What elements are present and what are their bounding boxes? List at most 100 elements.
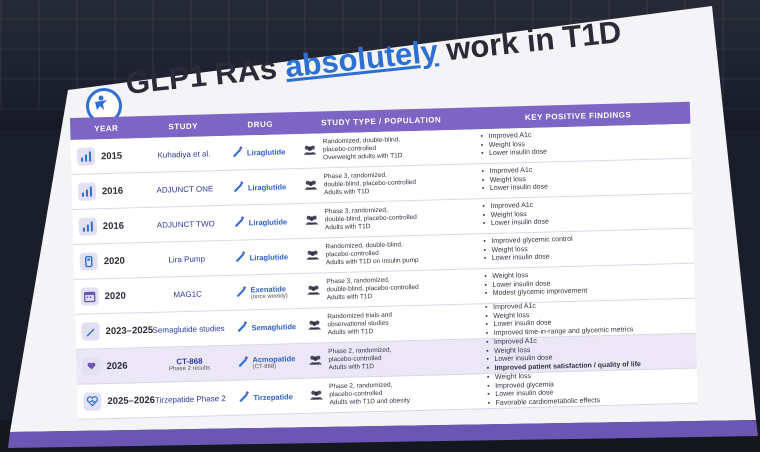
drug-cell: Exenatide (once weekly) [228, 274, 301, 310]
findings-list: Improved glycemic controlWeight lossLowe… [483, 236, 573, 264]
year-text: 2025–2026 [107, 394, 156, 407]
findings-cell: Improved A1cWeight lossLower insulin dos… [467, 159, 692, 199]
findings-list: Weight lossImproved glycemiaLower insuli… [487, 371, 600, 408]
study-name-group: Lira Pump [168, 254, 205, 264]
study-name: ADJUNCT TWO [156, 218, 215, 230]
drug-subtitle: (CT-868) [252, 363, 277, 370]
study-type-cell: Randomized trials and observational studi… [301, 305, 472, 343]
findings-cell: Improved A1cWeight lossLower insulin dos… [472, 334, 697, 374]
year-text: 2026 [106, 360, 128, 372]
study-type-lines: Phase 3, randomized, double-blind, placeb… [326, 276, 419, 302]
drug-name: Liraglutide [246, 146, 286, 157]
drug-group: Semaglutide [251, 322, 296, 332]
year-cell: 2020 [73, 243, 146, 279]
study-type-lines: Phase 3, randomized, double-blind, placeb… [324, 206, 417, 232]
year-cell: 2020 [74, 278, 147, 314]
drug-group: Liraglutide [247, 147, 286, 157]
finding-item: Favorable cardiometabolic effects [488, 397, 601, 408]
study-name-group: MAG1C [173, 289, 202, 299]
findings-cell: Weight lossLower insulin doseModest glyc… [470, 264, 695, 304]
drug-cell: Liraglutide [225, 134, 298, 170]
study-type-lines: Randomized trials and observational studi… [327, 312, 392, 338]
bar-chart-icon [77, 182, 97, 201]
calendar-icon [80, 287, 99, 306]
study-type-lines: Phase 3, randomized, double-blind, placeb… [324, 171, 417, 197]
finding-item: Lower insulin dose [481, 149, 547, 159]
study-type-line: Adults with T1D and obesity [329, 397, 411, 407]
findings-list: Improved A1cWeight lossLower insulin dos… [485, 300, 634, 338]
studies-table: YEAR STUDY DRUG STUDY TYPE / POPULATION … [70, 101, 698, 420]
study-cell: Semaglutide studies [147, 311, 230, 347]
drug-cell: Liraglutide [225, 169, 298, 205]
study-type-lines: Phase 2, randomized, placebo-controlled Ad… [329, 381, 410, 407]
header-study: STUDY [168, 121, 199, 131]
year-cell: 2016 [71, 173, 144, 209]
study-name-group: Kuhadiya et al. [157, 149, 210, 159]
heart-pulse-icon [83, 392, 102, 411]
pen-injector-icon [236, 355, 249, 369]
findings-cell: Weight lossImproved glycemiaLower insuli… [473, 369, 698, 409]
year-cell: 2025–2026 [77, 383, 155, 419]
title-prefix: GLP1 RAs [124, 49, 288, 101]
study-type-lines: Randomized, double-blind, placebo-control… [325, 241, 418, 267]
people-icon [303, 144, 317, 157]
pen-icon [81, 322, 100, 341]
findings-list: Improved A1cWeight lossLower insulin dos… [482, 202, 549, 229]
findings-cell: Improved glycemic controlWeight lossLowe… [469, 229, 694, 269]
finding-item: Modest glycemic improvement [485, 288, 588, 299]
study-name-group: ADJUNCT TWO [157, 219, 215, 230]
study-type-cell: Randomized, double-blind, placebo-control… [296, 130, 467, 168]
drug-cell: Liraglutide [226, 204, 299, 240]
drug-cell: Tirzepatide [231, 379, 304, 415]
findings-cell: Improved A1cWeight lossLower insulin dos… [471, 299, 696, 339]
finding-item: Lower insulin dose [484, 253, 574, 264]
drug-subtitle: (once weekly) [250, 292, 288, 300]
drug-group: Acmopatide (CT-868) [252, 354, 295, 370]
study-type-line: Adults with T1D [327, 328, 374, 337]
drug-name: Acmopatide [252, 353, 296, 364]
year-cell: 2026 [76, 348, 149, 384]
study-type-lines: Randomized, double-blind, placebo-control… [323, 136, 403, 162]
findings-cell: Improved A1cWeight lossLower insulin dos… [466, 124, 691, 164]
pen-injector-icon [234, 250, 246, 264]
study-name: Lira Pump [168, 254, 206, 264]
study-name-group: CT-868 Phase 2 results [169, 356, 211, 372]
study-type-lines: Phase 2, randomized, placebo-controlled Ad… [328, 347, 392, 373]
study-name-group: Semaglutide studies [152, 324, 224, 335]
study-cell: Lira Pump [145, 241, 228, 277]
people-icon [306, 284, 321, 297]
insulin-pump-icon [79, 252, 98, 271]
study-name: Semaglutide studies [152, 323, 225, 335]
year-text: 2016 [101, 185, 124, 197]
slide: GLP1 RAs absolutely work in T1D YEAR STU… [0, 0, 760, 452]
study-name: Kuhadiya et al. [157, 148, 211, 160]
title-suffix: work in T1D [435, 14, 623, 69]
study-type-line: Adults with T1D [328, 363, 375, 372]
pen-injector-icon [234, 285, 247, 299]
drug-group: Liraglutide [250, 252, 289, 262]
study-cell: CT-868 Phase 2 results [148, 346, 231, 382]
drug-group: Liraglutide [248, 182, 287, 192]
drug-cell: Liraglutide [227, 239, 300, 275]
study-cell: MAG1C [146, 276, 229, 312]
study-type-cell: Phase 2, randomized, placebo-controlled Ad… [303, 375, 474, 413]
study-type-cell: Randomized, double-blind, placebo-control… [299, 235, 470, 273]
people-icon [306, 249, 320, 262]
study-name: MAG1C [173, 289, 202, 299]
study-cell: Tirzepatide Phase 2 [149, 381, 232, 417]
people-icon [307, 319, 322, 332]
header-drug: DRUG [247, 119, 274, 129]
pen-injector-icon [231, 145, 243, 159]
bar-chart-icon [78, 217, 98, 236]
study-type-line: Adults with T1D [324, 223, 371, 232]
study-type-line: Adults with T1D [323, 188, 370, 197]
drug-cell: Semaglutide [229, 309, 302, 345]
year-text: 2023–2025 [105, 324, 154, 337]
year-text: 2015 [100, 150, 123, 162]
findings-cell: Improved A1cWeight lossLower insulin dos… [468, 194, 693, 234]
pen-injector-icon [232, 180, 244, 194]
drug-group: Exenatide (once weekly) [250, 284, 287, 300]
slide-title: GLP1 RAs absolutely work in T1D [124, 14, 623, 102]
drug-name: Semaglutide [251, 321, 297, 332]
table-body: 2015 Kuhadiya et al. Liraglutide Randomized… [70, 123, 698, 420]
